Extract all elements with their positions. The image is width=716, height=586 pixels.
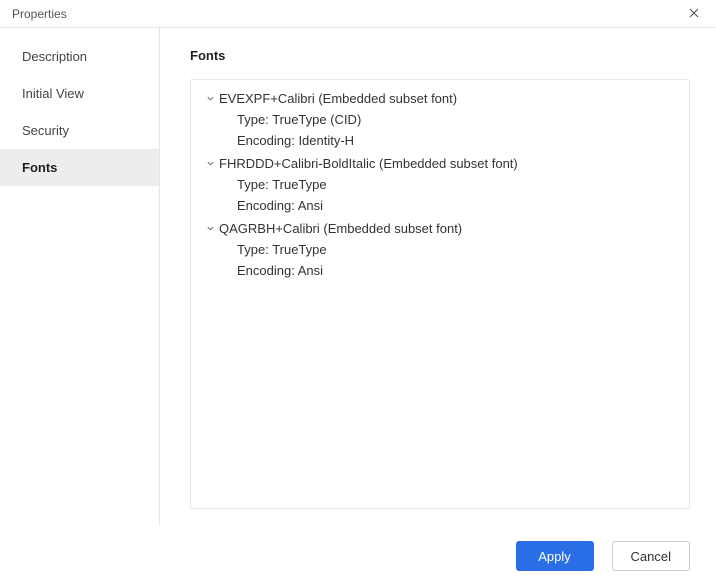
font-name: FHRDDD+Calibri-BoldItalic (Embedded subs… bbox=[219, 156, 518, 171]
type-label: Type: bbox=[237, 242, 272, 257]
sidebar-item-security[interactable]: Security bbox=[0, 112, 159, 149]
sidebar-item-label: Security bbox=[22, 123, 69, 138]
encoding-label: Encoding: bbox=[237, 263, 298, 278]
footer: Apply Cancel bbox=[0, 526, 716, 586]
font-details: Type: TrueType Encoding: Ansi bbox=[203, 239, 677, 281]
encoding-value: Identity-H bbox=[298, 133, 354, 148]
font-entry: EVEXPF+Calibri (Embedded subset font) Ty… bbox=[203, 88, 677, 151]
type-value: TrueType (CID) bbox=[272, 112, 361, 127]
sidebar-item-description[interactable]: Description bbox=[0, 38, 159, 75]
main-area: Description Initial View Security Fonts … bbox=[0, 28, 716, 526]
title-bar: Properties bbox=[0, 0, 716, 28]
font-toggle[interactable]: QAGRBH+Calibri (Embedded subset font) bbox=[203, 218, 677, 239]
section-title: Fonts bbox=[190, 48, 690, 63]
sidebar-item-initial-view[interactable]: Initial View bbox=[0, 75, 159, 112]
fonts-panel: EVEXPF+Calibri (Embedded subset font) Ty… bbox=[190, 79, 690, 509]
type-value: TrueType bbox=[272, 177, 326, 192]
apply-button[interactable]: Apply bbox=[516, 541, 594, 571]
type-value: TrueType bbox=[272, 242, 326, 257]
font-details: Type: TrueType Encoding: Ansi bbox=[203, 174, 677, 216]
font-encoding-row: Encoding: Identity-H bbox=[237, 130, 677, 151]
sidebar: Description Initial View Security Fonts bbox=[0, 28, 160, 526]
font-entry: QAGRBH+Calibri (Embedded subset font) Ty… bbox=[203, 218, 677, 281]
font-encoding-row: Encoding: Ansi bbox=[237, 195, 677, 216]
chevron-down-icon bbox=[203, 224, 217, 233]
font-name: QAGRBH+Calibri (Embedded subset font) bbox=[219, 221, 462, 236]
chevron-down-icon bbox=[203, 159, 217, 168]
font-encoding-row: Encoding: Ansi bbox=[237, 260, 677, 281]
button-label: Apply bbox=[538, 549, 571, 564]
chevron-down-icon bbox=[203, 94, 217, 103]
font-entry: FHRDDD+Calibri-BoldItalic (Embedded subs… bbox=[203, 153, 677, 216]
encoding-label: Encoding: bbox=[237, 133, 298, 148]
content-area: Fonts EVEXPF+Calibri (Embedded subset fo… bbox=[160, 28, 716, 526]
sidebar-item-label: Fonts bbox=[22, 160, 57, 175]
encoding-label: Encoding: bbox=[237, 198, 298, 213]
button-label: Cancel bbox=[631, 549, 671, 564]
sidebar-item-label: Description bbox=[22, 49, 87, 64]
font-type-row: Type: TrueType (CID) bbox=[237, 109, 677, 130]
font-type-row: Type: TrueType bbox=[237, 174, 677, 195]
cancel-button[interactable]: Cancel bbox=[612, 541, 690, 571]
font-name: EVEXPF+Calibri (Embedded subset font) bbox=[219, 91, 457, 106]
font-toggle[interactable]: FHRDDD+Calibri-BoldItalic (Embedded subs… bbox=[203, 153, 677, 174]
window-title: Properties bbox=[12, 7, 682, 21]
font-toggle[interactable]: EVEXPF+Calibri (Embedded subset font) bbox=[203, 88, 677, 109]
font-type-row: Type: TrueType bbox=[237, 239, 677, 260]
encoding-value: Ansi bbox=[298, 198, 323, 213]
close-icon bbox=[689, 6, 699, 21]
type-label: Type: bbox=[237, 177, 272, 192]
sidebar-item-label: Initial View bbox=[22, 86, 84, 101]
sidebar-item-fonts[interactable]: Fonts bbox=[0, 149, 159, 186]
encoding-value: Ansi bbox=[298, 263, 323, 278]
type-label: Type: bbox=[237, 112, 272, 127]
font-details: Type: TrueType (CID) Encoding: Identity-… bbox=[203, 109, 677, 151]
close-button[interactable] bbox=[682, 2, 706, 26]
